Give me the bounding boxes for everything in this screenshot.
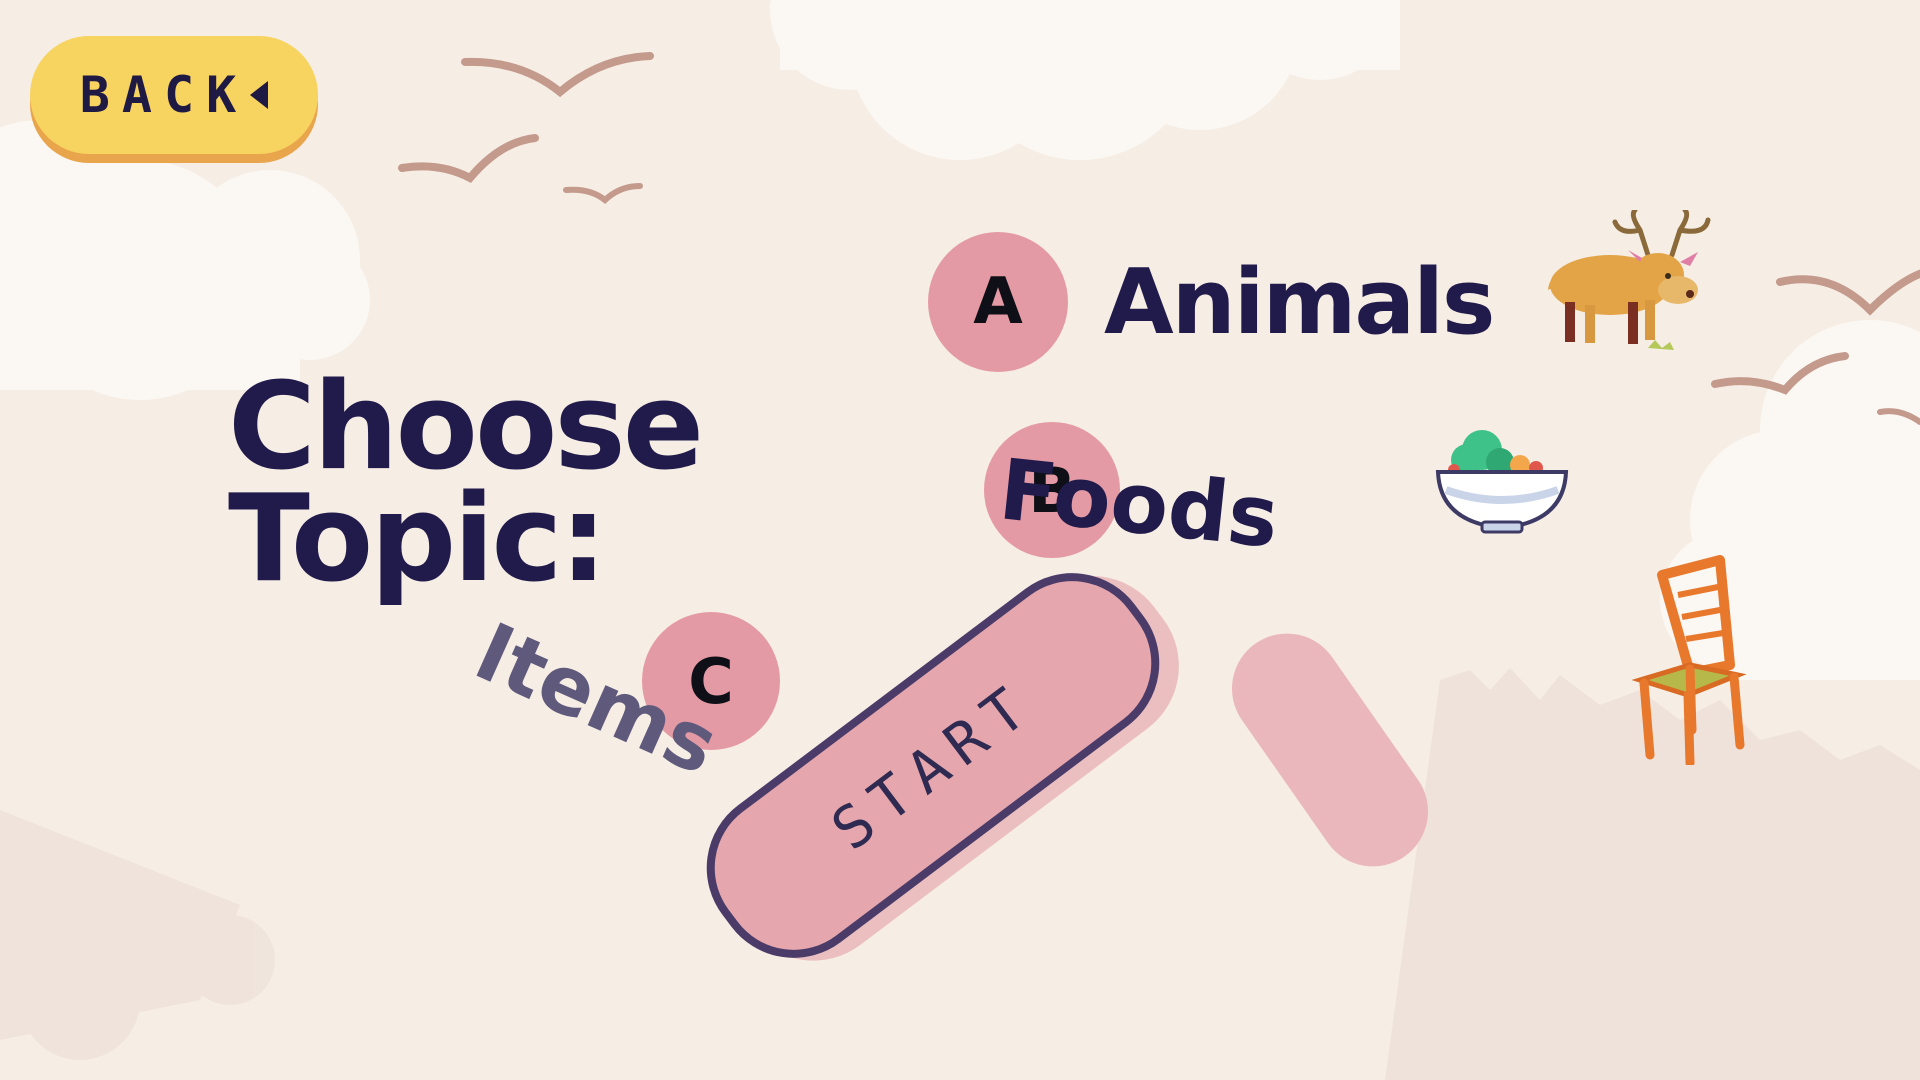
chair-icon xyxy=(1631,555,1747,765)
deer-icon xyxy=(1548,210,1711,350)
bird-icon xyxy=(1776,269,1920,316)
page-title: Choose Topic: xyxy=(228,358,828,609)
title-line-1: Choose xyxy=(228,358,704,497)
bird-icon xyxy=(461,52,654,98)
salad-bowl-icon xyxy=(1435,430,1569,534)
topic-a-option[interactable]: A xyxy=(928,232,1068,372)
topic-a-label[interactable]: Animals xyxy=(1104,250,1496,355)
topic-a-letter: A xyxy=(973,265,1023,339)
back-button[interactable]: BACK xyxy=(30,36,318,154)
bird-icon xyxy=(398,134,539,184)
back-arrow-icon xyxy=(250,81,269,109)
back-button-label: BACK xyxy=(79,66,249,124)
cloud-top xyxy=(770,0,1400,160)
bird-icon xyxy=(563,183,643,204)
bush-left xyxy=(0,810,275,1060)
title-line-2: Topic: xyxy=(228,470,608,609)
